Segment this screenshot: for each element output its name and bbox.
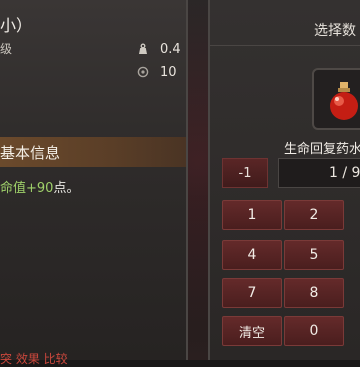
dialog-title: 选择数: [314, 23, 356, 39]
selected-item-name: 生命回复药水: [284, 142, 360, 157]
quantity-field[interactable]: 1 / 999: [278, 158, 360, 188]
effect-suffix: 点。: [53, 181, 80, 196]
item-slot: [312, 68, 360, 130]
health-potion-icon: [324, 80, 360, 126]
basic-info-header: 基本信息: [0, 137, 186, 167]
key-7[interactable]: 7: [222, 278, 282, 308]
key-5[interactable]: 5: [284, 240, 344, 270]
weight-stat: 0.4: [136, 41, 181, 57]
item-info-panel: 小） 级 0.4 10 基本信息 命值+90点。 突 效果 比较: [0, 0, 188, 366]
item-title: 小）: [0, 16, 33, 35]
item-grade: 级: [0, 42, 13, 56]
decrement-button[interactable]: -1: [222, 158, 268, 188]
bottom-tabs-text: 突 效果 比较: [0, 352, 68, 366]
quantity-dialog: 选择数 生命回复药水 -1 1 / 999 1 2 4 5 7 8 清空 0: [208, 0, 360, 360]
stack-stat: 10: [136, 64, 177, 80]
key-1[interactable]: 1: [222, 200, 282, 230]
stack-value: 10: [160, 64, 177, 80]
weight-value: 0.4: [160, 41, 181, 57]
effect-value: 命值+90: [0, 181, 54, 196]
section-header-label: 基本信息: [0, 143, 61, 162]
stack-icon: [136, 65, 150, 79]
quantity-value: 1 / 999: [329, 165, 360, 181]
weight-icon: [136, 42, 150, 56]
clear-button[interactable]: 清空: [222, 316, 282, 346]
key-0[interactable]: 0: [284, 316, 344, 346]
dialog-header: 选择数: [210, 6, 360, 46]
key-8[interactable]: 8: [284, 278, 344, 308]
key-2[interactable]: 2: [284, 200, 344, 230]
effect-description: 命值+90点。: [0, 177, 79, 196]
key-4[interactable]: 4: [222, 240, 282, 270]
